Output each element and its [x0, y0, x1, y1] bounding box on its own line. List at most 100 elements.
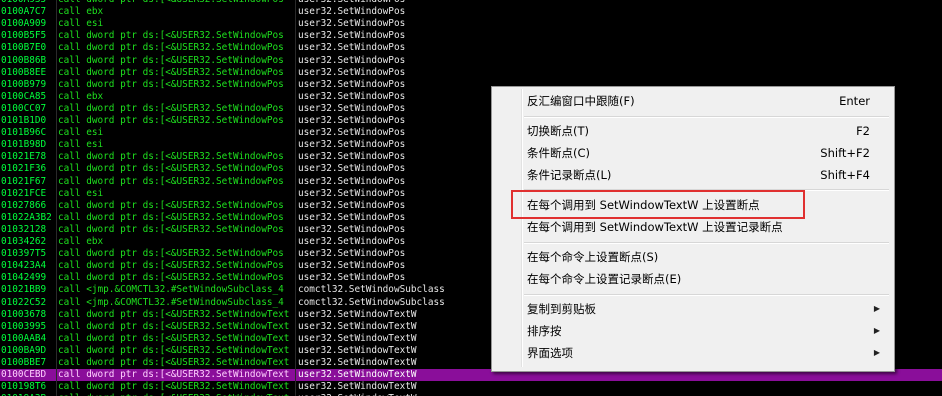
- menu-item-sort-by[interactable]: 排序按 ▶: [494, 320, 890, 342]
- menu-separator: [524, 116, 889, 118]
- address-cell: 010397T5: [1, 248, 47, 260]
- target-cell: user32.SetWindowPos: [298, 0, 798, 6]
- menu-item-log-breakpoint-on-every-command[interactable]: 在每个命令上设置记录断点(E): [494, 268, 890, 290]
- address-cell: 0100A935: [1, 0, 55, 6]
- menu-item-follow-in-disassembler[interactable]: 反汇编窗口中跟随(F) Enter: [494, 90, 890, 112]
- target-cell: user32.SetWindowPos: [298, 6, 406, 18]
- address-cell: 0100CC07: [1, 102, 47, 114]
- address-cell: 0100BBE7: [1, 357, 47, 368]
- instruction-cell: call ebx: [58, 6, 104, 18]
- address-cell: 01042499: [1, 272, 47, 284]
- address-cell: 0100B979: [1, 78, 47, 90]
- instruction-cell: call dword ptr ds:[<&USER32.SetWindowPos: [58, 199, 284, 211]
- menu-item-shortcut: Shift+F2: [820, 146, 870, 160]
- instruction-cell: call dword ptr ds:[<&USER32.SetWindowTex…: [58, 332, 290, 344]
- address-cell: 01021FCE: [1, 187, 47, 199]
- menu-item-conditional-breakpoint[interactable]: 条件断点(C) Shift+F2: [494, 142, 890, 164]
- instruction-cell: call dword ptr ds:[<&USER32.SetWindowTex…: [58, 381, 290, 393]
- target-cell: user32.SetWindowPos: [298, 30, 406, 42]
- instruction-cell: call dword ptr ds:[<&USER32.SetWindowPos: [58, 151, 284, 163]
- table-row[interactable]: 0100B8EE call dword ptr ds:[<&USER32.SetW…: [0, 67, 942, 79]
- instruction-cell: call ebx: [58, 236, 104, 247]
- table-row[interactable]: 0100B5F5 call dword ptr ds:[<&USER32.SetW…: [0, 30, 942, 42]
- menu-item-label: 反汇编窗口中跟随(F): [527, 94, 635, 108]
- table-row[interactable]: 0100A935call dword ptr ds:[<&USER32.SetW…: [0, 0, 942, 6]
- menu-item-label: 切换断点(T): [527, 124, 589, 138]
- menu-item-copy-to-clipboard[interactable]: 复制到剪贴板 ▶: [494, 298, 890, 320]
- menu-item-appearance[interactable]: 界面选项 ▶: [494, 342, 890, 364]
- column-divider[interactable]: [56, 0, 57, 396]
- instruction-cell: call dword ptr ds:[<&USER32.SetWindowPos: [58, 115, 284, 126]
- instruction-cell: call dword ptr ds:[<&USER32.SetWindowPos: [58, 66, 284, 78]
- instruction-cell: call dword ptr ds:[<&USER32.SetWindowPos: [58, 54, 284, 66]
- address-cell: 01021BB9: [1, 284, 47, 296]
- address-cell: 0100CEBD: [1, 369, 47, 381]
- menu-item-label: 在每个命令上设置记录断点(E): [527, 272, 682, 286]
- address-cell: 01021F67: [1, 175, 47, 187]
- menu-item-log-breakpoint-on-every-call[interactable]: 在每个调用到 SetWindowTextW 上设置记录断点: [494, 216, 890, 238]
- table-row[interactable]: 010198T6 call dword ptr ds:[<&USER32.SetW…: [0, 381, 942, 393]
- address-cell: 010198T6: [1, 381, 47, 393]
- menu-item-toggle-breakpoint[interactable]: 切换断点(T) F2: [494, 120, 890, 142]
- column-divider[interactable]: [295, 0, 296, 396]
- address-cell: 01022C52: [1, 296, 47, 308]
- address-cell: 0101B96C: [1, 127, 47, 139]
- address-cell: 01034262: [1, 236, 47, 247]
- instruction-cell: call esi: [58, 187, 104, 199]
- address-cell: 0100B86B: [1, 54, 47, 66]
- context-menu[interactable]: 反汇编窗口中跟随(F) Enter 切换断点(T) F2 条件断点(C) Shi…: [491, 86, 895, 372]
- menu-item-label: 在每个调用到 SetWindowTextW 上设置记录断点: [527, 220, 783, 234]
- target-cell: user32.SetWindowPos: [298, 18, 406, 30]
- instruction-cell: call dword ptr ds:[<&USER32.SetWindowTex…: [58, 344, 290, 356]
- address-cell: 0100A7C7: [1, 6, 47, 18]
- address-cell: 0100BA9D: [1, 344, 47, 356]
- instruction-cell: call <jmp.&COMCTL32.#SetWindowSubclass_4: [58, 296, 284, 308]
- address-cell: 0101B1D0: [1, 115, 47, 126]
- target-cell: user32.SetWindowPos: [298, 54, 406, 66]
- menu-item-label: 界面选项: [527, 346, 573, 360]
- address-cell: 0100AAB4: [1, 332, 47, 344]
- table-row[interactable]: 0100A909 call esi user32.SetWindowPos: [0, 18, 942, 30]
- instruction-cell: call dword ptr ds:[<&USER32.SetWindowPos: [58, 272, 284, 284]
- instruction-cell: call dword ptr ds:[<&USER32.SetWindowTex…: [58, 308, 290, 320]
- menu-item-conditional-log-breakpoint[interactable]: 条件记录断点(L) Shift+F4: [494, 164, 890, 186]
- instruction-cell: call dword ptr ds:[<&USER32.SetWindowPos: [58, 30, 284, 42]
- submenu-arrow-icon: ▶: [873, 304, 880, 313]
- table-row[interactable]: 0100A7C7 call ebx user32.SetWindowPos: [0, 6, 942, 18]
- menu-item-label: 在每个命令上设置断点(S): [527, 250, 659, 264]
- menu-separator: [524, 242, 889, 244]
- address-cell: 0101B98D: [1, 139, 47, 151]
- address-cell: 0100B7E0: [1, 42, 47, 54]
- submenu-arrow-icon: ▶: [873, 326, 880, 335]
- address-cell: 0100A909: [1, 18, 47, 30]
- menu-item-breakpoint-on-every-command[interactable]: 在每个命令上设置断点(S): [494, 246, 890, 268]
- instruction-cell: call dword ptr ds:[<&USER32.SetWindowPos: [58, 102, 284, 114]
- instruction-cell: call dword ptr ds:[<&USER32.SetWindowPos: [58, 0, 294, 6]
- instruction-cell: call dword ptr ds:[<&USER32.SetWindowPos: [58, 42, 284, 54]
- menu-item-label: 条件断点(C): [527, 146, 591, 160]
- annotation-highlight-box: [511, 190, 805, 219]
- address-cell: 01021F36: [1, 163, 47, 175]
- menu-item-shortcut: Shift+F4: [820, 168, 870, 182]
- instruction-cell: call dword ptr ds:[<&USER32.SetWindowPos: [58, 248, 284, 260]
- menu-item-shortcut: Enter: [839, 94, 870, 108]
- address-cell: 01021E78: [1, 151, 47, 163]
- target-cell: user32.SetWindowPos: [298, 42, 406, 54]
- menu-item-shortcut: F2: [856, 124, 870, 138]
- menu-item-label: 复制到剪贴板: [527, 302, 596, 316]
- menu-item-label: 排序按: [527, 324, 562, 338]
- address-cell: 01027866: [1, 199, 47, 211]
- instruction-cell: call dword ptr ds:[<&USER32.SetWindowPos: [58, 78, 284, 90]
- instruction-cell: call dword ptr ds:[<&USER32.SetWindowTex…: [58, 357, 290, 368]
- table-row[interactable]: 0100B86B call dword ptr ds:[<&USER32.SetW…: [0, 55, 942, 67]
- submenu-arrow-icon: ▶: [873, 348, 880, 357]
- instruction-cell: call esi: [58, 18, 104, 30]
- instruction-cell: call dword ptr ds:[<&USER32.SetWindowPos: [58, 211, 284, 223]
- address-cell: 0100B8EE: [1, 66, 47, 78]
- instruction-cell: call dword ptr ds:[<&USER32.SetWindowPos: [58, 175, 284, 187]
- address-cell: 01003678: [1, 308, 47, 320]
- instruction-cell: call esi: [58, 139, 104, 151]
- instruction-cell: call <jmp.&COMCTL32.#SetWindowSubclass_4: [58, 284, 284, 296]
- table-row[interactable]: 0100B7E0 call dword ptr ds:[<&USER32.SetW…: [0, 42, 942, 54]
- instruction-cell: call dword ptr ds:[<&USER32.SetWindowTex…: [58, 320, 290, 332]
